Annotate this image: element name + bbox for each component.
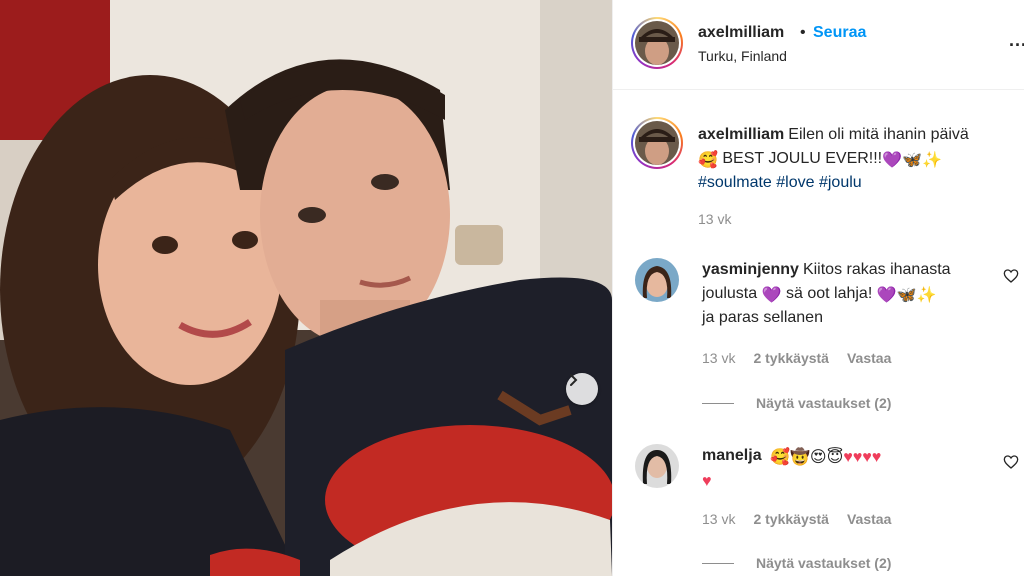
butterfly-emoji: 🦋: [902, 152, 922, 169]
selfie-illustration: [0, 0, 612, 576]
cowboy-face-emoji: 🤠: [789, 449, 810, 466]
sparkles-emoji: ✨: [916, 287, 937, 304]
heart-eyes-emoji: 😍: [809, 449, 827, 466]
separator-dot: •: [800, 24, 806, 41]
caption-line-1: Eilen oli mitä ihanin päivä: [788, 126, 969, 143]
post-header: axelmilliam • Seuraa Turku, Finland ...: [613, 0, 1024, 90]
red-heart-emoji: ♥: [871, 449, 882, 466]
purple-heart-emoji: 💜: [882, 152, 903, 169]
reply-button[interactable]: Vastaa: [847, 511, 891, 527]
comment-text-part-2: joulusta: [702, 285, 758, 302]
post-location[interactable]: Turku, Finland: [698, 48, 787, 64]
view-replies-label[interactable]: Näytä vastaukset (2): [756, 555, 891, 571]
post-side-panel: axelmilliam • Seuraa Turku, Finland ... …: [612, 0, 1024, 576]
view-replies-label[interactable]: Näytä vastaukset (2): [756, 395, 891, 411]
caption-line-2: BEST JOULU EVER!!!: [722, 150, 883, 167]
red-heart-emoji: ♥: [862, 449, 872, 466]
chevron-right-icon: [570, 374, 578, 386]
caption-hashtags[interactable]: #soulmate #love #joulu: [698, 174, 862, 191]
comment-timestamp[interactable]: 13 vk: [702, 350, 735, 366]
red-heart-emoji: ♥: [843, 449, 853, 466]
red-heart-emoji: ♥: [702, 473, 712, 490]
view-replies[interactable]: Näytä vastaukset (2): [702, 395, 891, 411]
caption-text: axelmilliam Eilen oli mitä ihanin päivä 🥰…: [698, 123, 1008, 195]
commenter-avatar-image: [635, 444, 679, 488]
comment-timestamp[interactable]: 13 vk: [702, 511, 735, 527]
comment-text-part-3: sä oot lahja!: [785, 285, 873, 302]
replies-divider: [702, 562, 734, 564]
comment-item: yasminjenny Kiitos rakas ihanasta joulust…: [635, 258, 1024, 418]
comment-text: manelja 🥰🤠😍😇♥♥♥♥ ♥: [702, 444, 992, 492]
purple-heart-emoji: 💜: [761, 287, 782, 304]
replies-divider: [702, 402, 734, 404]
author-avatar[interactable]: [631, 17, 683, 69]
commenter-username[interactable]: yasminjenny: [702, 261, 799, 278]
caption-author-avatar[interactable]: [631, 117, 683, 169]
caption-timestamp[interactable]: 13 vk: [698, 211, 731, 227]
comment-meta: 13 vk 2 tykkäystä Vastaa: [702, 350, 909, 366]
comment-text-part-4: ja paras sellanen: [702, 309, 823, 326]
commenter-avatar[interactable]: [635, 444, 679, 488]
heart-outline-icon[interactable]: [1003, 454, 1019, 470]
comment-meta: 13 vk 2 tykkäystä Vastaa: [702, 511, 909, 527]
follow-button[interactable]: Seuraa: [813, 24, 866, 42]
author-username[interactable]: axelmilliam: [698, 24, 784, 42]
sparkles-emoji: ✨: [921, 152, 942, 169]
red-heart-emoji: ♥: [852, 449, 863, 466]
view-replies[interactable]: Näytä vastaukset (2): [702, 555, 891, 571]
comment-text: yasminjenny Kiitos rakas ihanasta joulust…: [702, 258, 992, 330]
commenter-username[interactable]: manelja: [702, 447, 762, 464]
author-avatar-image: [635, 21, 679, 65]
post-photo[interactable]: [0, 0, 612, 576]
heart-outline-icon[interactable]: [1003, 268, 1019, 284]
caption-avatar-image: [635, 121, 679, 165]
comment-text-part-1: Kiitos rakas ihanasta: [802, 261, 951, 278]
purple-heart-emoji: 💜: [876, 287, 897, 304]
more-options-icon[interactable]: ...: [1009, 30, 1024, 51]
hearts-face-emoji: 🥰: [770, 449, 790, 466]
smiling-halo-emoji: 😇: [826, 449, 844, 466]
butterfly-emoji: 🦋: [896, 287, 917, 304]
comment-likes[interactable]: 2 tykkäystä: [753, 350, 829, 366]
comment-likes[interactable]: 2 tykkäystä: [753, 511, 829, 527]
commenter-avatar[interactable]: [635, 258, 679, 302]
comment-item: manelja 🥰🤠😍😇♥♥♥♥ ♥ 13 vk 2 tykkäystä Vasta…: [635, 444, 1024, 576]
hearts-face-emoji: 🥰: [698, 152, 718, 169]
reply-button[interactable]: Vastaa: [847, 350, 891, 366]
commenter-avatar-image: [635, 258, 679, 302]
carousel-next-button[interactable]: [566, 373, 598, 405]
caption-username[interactable]: axelmilliam: [698, 126, 784, 143]
